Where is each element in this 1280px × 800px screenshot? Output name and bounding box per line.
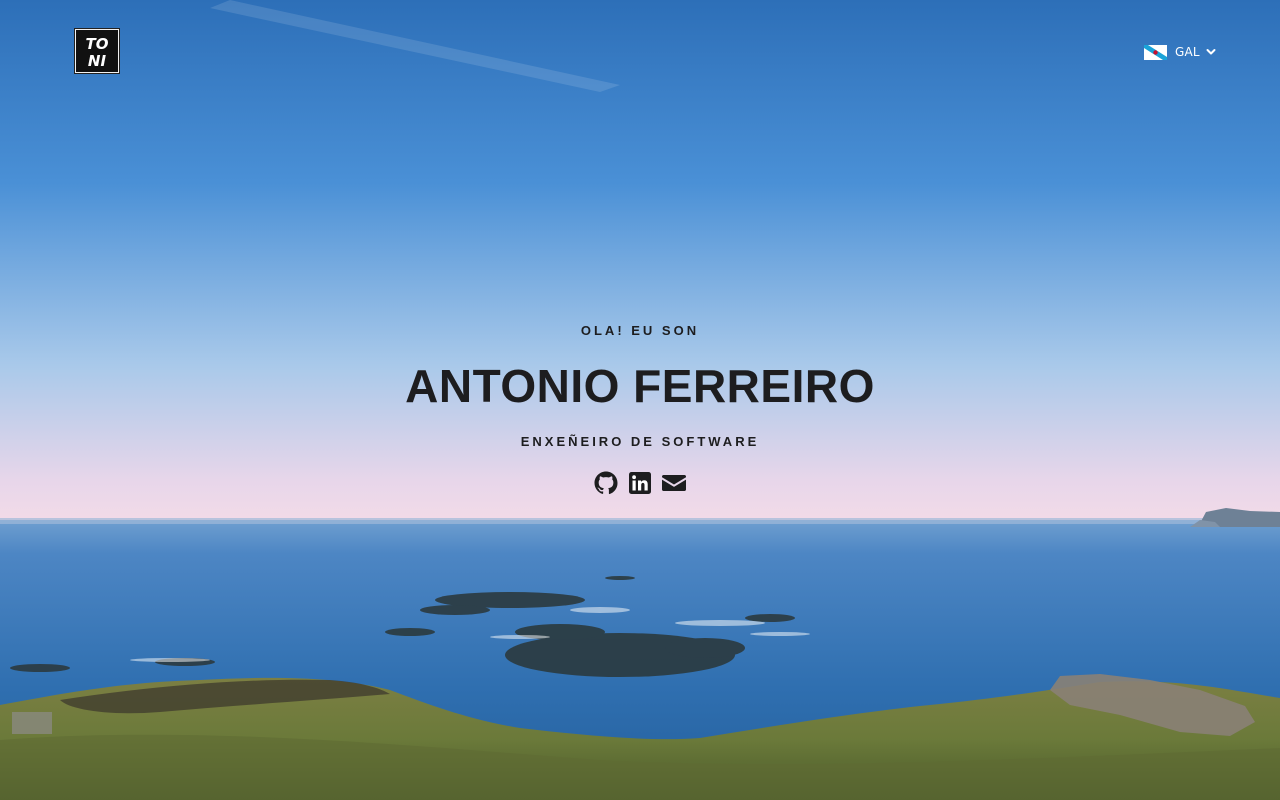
linkedin-link[interactable] [628, 470, 652, 496]
language-label: GAL [1175, 45, 1200, 59]
hero-name: ANTONIO FERREIRO [405, 360, 875, 412]
social-links [0, 470, 1280, 496]
envelope-icon [662, 475, 686, 491]
logo-text-top: TO [86, 35, 109, 53]
galicia-flag-icon [1144, 44, 1167, 60]
language-selector[interactable]: GAL [1144, 43, 1216, 61]
hero-role: ENXEÑEIRO DE SOFTWARE [520, 434, 760, 449]
github-link[interactable] [594, 470, 618, 496]
hero-intro: OLA! EU SON [580, 323, 700, 338]
logo-mark: TO NI [86, 35, 109, 70]
github-icon [594, 471, 618, 495]
logo[interactable]: TO NI [74, 28, 120, 74]
chevron-down-icon [1206, 49, 1216, 55]
email-link[interactable] [662, 470, 686, 496]
logo-text-bottom: NI [88, 52, 107, 70]
linkedin-icon [629, 472, 651, 494]
